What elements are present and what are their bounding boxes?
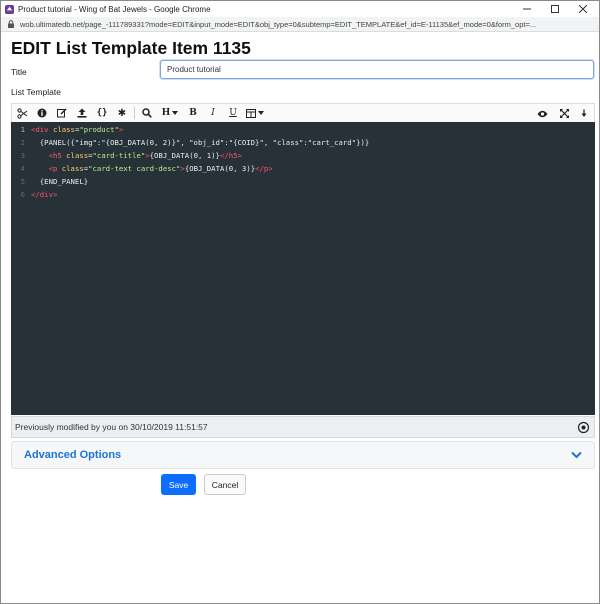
underline-icon[interactable]: U xyxy=(223,105,243,122)
wrap-icon[interactable] xyxy=(574,105,594,122)
save-button[interactable]: Save xyxy=(161,474,196,495)
bold-icon[interactable]: B xyxy=(183,105,203,122)
upload-icon[interactable] xyxy=(72,105,92,122)
caret-down-icon xyxy=(258,111,264,115)
close-icon[interactable] xyxy=(569,1,597,17)
code-line: <p class="card-text card-desc">{OBJ_DATA… xyxy=(31,164,273,173)
code-editor[interactable]: 1 2 3 4 5 6 <div class="product"> {PANEL… xyxy=(11,122,595,415)
page-title: EDIT List Template Item 1135 xyxy=(11,38,251,58)
code-token: <h5 xyxy=(48,151,67,160)
code-line: {PANEL({"img":"{OBJ_DATA(0, 2)}", "obj_i… xyxy=(31,138,370,147)
braces-icon[interactable]: {} xyxy=(92,105,112,122)
code-line: <h5 class="card-title">{OBJ_DATA(0, 1)}<… xyxy=(31,151,242,160)
address-bar[interactable]: wob.ultimatedb.net/page_-111789331?mode=… xyxy=(1,17,599,32)
advanced-options-label: Advanced Options xyxy=(24,449,122,461)
page-content: EDIT List Template Item 1135 Title Produ… xyxy=(1,33,599,603)
code-token: </p> xyxy=(255,164,273,173)
code-line: {END_PANEL} xyxy=(31,177,88,186)
code-line: <div class="product"> xyxy=(31,125,123,134)
chevron-down-icon xyxy=(571,451,582,459)
line-number: 4 xyxy=(20,164,25,173)
code-line: </div> xyxy=(31,190,57,199)
list-template-label: List Template xyxy=(11,87,61,97)
window-title: Product tutorial - Wing of Bat Jewels - … xyxy=(18,4,211,14)
history-icon[interactable] xyxy=(577,421,590,434)
code-token: class xyxy=(61,164,84,173)
code-token: {OBJ_DATA(0, 1)} xyxy=(149,151,220,160)
search-icon[interactable] xyxy=(137,105,157,122)
asterisk-icon[interactable]: ✱ xyxy=(112,105,132,122)
toolbar-divider xyxy=(134,107,135,119)
edit-icon[interactable] xyxy=(52,105,72,122)
title-input[interactable]: Product tutorial xyxy=(160,60,594,79)
source-icon[interactable] xyxy=(12,105,32,122)
code-token: "card-text card-desc" xyxy=(88,164,181,173)
code-token: <p xyxy=(48,164,62,173)
line-number: 5 xyxy=(20,177,25,186)
code-token: {END_PANEL} xyxy=(31,177,89,186)
title-bar: Product tutorial - Wing of Bat Jewels - … xyxy=(1,1,599,17)
minimize-icon[interactable] xyxy=(513,1,541,17)
line-number: 6 xyxy=(20,190,25,199)
code-token: </h5> xyxy=(219,151,242,160)
code-token: {PANEL({"img":"{OBJ_DATA(0, 2)}", "obj_i… xyxy=(31,138,370,147)
code-token: "card-title" xyxy=(92,151,146,160)
code-token: {OBJ_DATA(0, 3)} xyxy=(184,164,256,173)
modified-status-text: Previously modified by you on 30/10/2019… xyxy=(15,422,208,432)
code-token: "product" xyxy=(79,125,119,134)
line-number: 1 xyxy=(20,125,25,134)
code-token: <div xyxy=(31,125,53,134)
editor-toolbar: {} ✱ H B I U xyxy=(11,103,595,122)
maximize-icon[interactable] xyxy=(541,1,569,17)
line-number: 3 xyxy=(20,151,25,160)
line-number: 2 xyxy=(20,138,25,147)
url-text: wob.ultimatedb.net/page_-111789331?mode=… xyxy=(20,19,537,29)
fullscreen-icon[interactable] xyxy=(554,105,574,122)
browser-window: Product tutorial - Wing of Bat Jewels - … xyxy=(0,0,600,604)
lock-icon xyxy=(8,20,14,28)
code-token: > xyxy=(118,125,124,134)
favicon-icon xyxy=(5,4,14,14)
code-token: class xyxy=(52,125,75,134)
code-token: class xyxy=(66,151,89,160)
italic-icon[interactable]: I xyxy=(203,105,223,122)
code-token: </div> xyxy=(31,190,58,199)
heading-icon[interactable]: H xyxy=(157,105,183,122)
heading-label: H xyxy=(161,108,171,118)
table-icon[interactable] xyxy=(243,105,267,122)
line-gutter: 1 2 3 4 5 6 xyxy=(11,122,28,415)
title-label: Title xyxy=(11,67,27,77)
cancel-button[interactable]: Cancel xyxy=(204,474,246,495)
advanced-options-toggle[interactable]: Advanced Options xyxy=(11,441,595,469)
caret-down-icon xyxy=(172,111,179,115)
preview-eye-icon[interactable] xyxy=(532,105,552,122)
info-icon[interactable] xyxy=(32,105,52,122)
status-bar: Previously modified by you on 30/10/2019… xyxy=(11,416,595,438)
